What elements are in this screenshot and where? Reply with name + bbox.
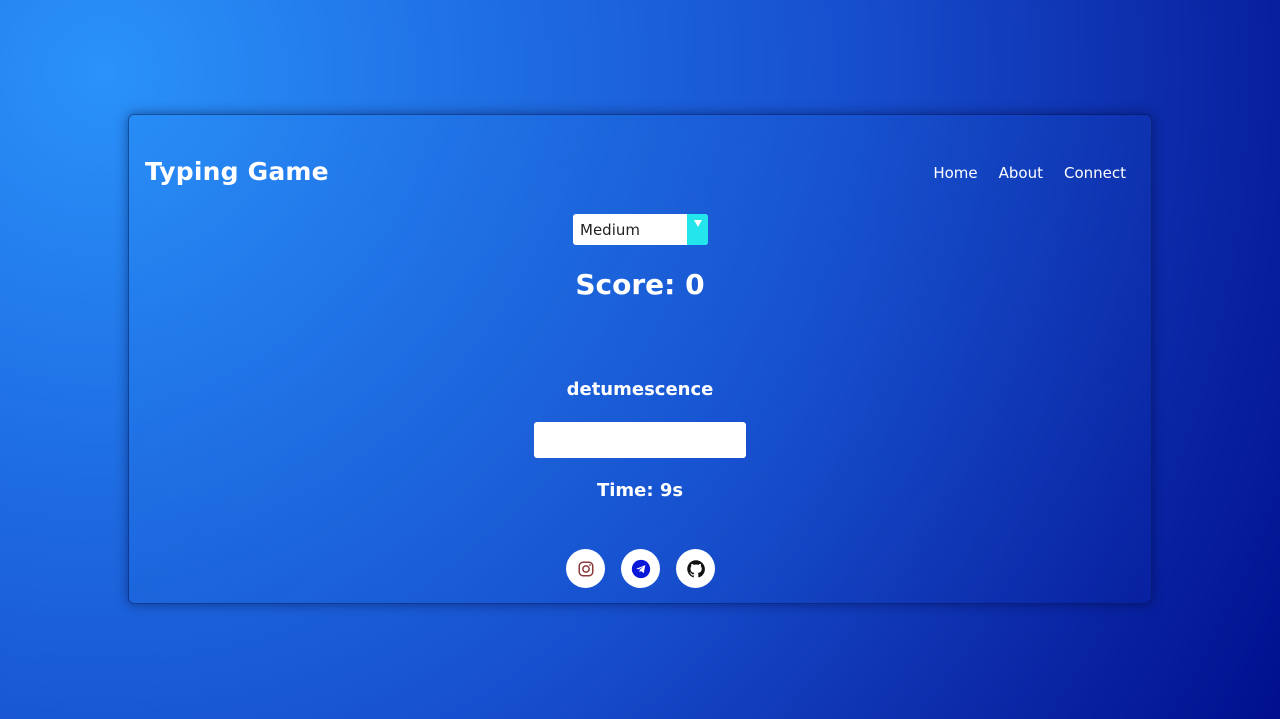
word-input[interactable] [534, 422, 746, 458]
app-title: Typing Game [145, 157, 329, 186]
github-button[interactable] [676, 549, 715, 588]
game-card: Typing Game Home About Connect Medium Sc… [128, 114, 1152, 604]
top-nav: Home About Connect [933, 164, 1126, 182]
dropdown-toggle[interactable] [687, 214, 708, 245]
nav-connect-link[interactable]: Connect [1064, 164, 1126, 182]
nav-about-link[interactable]: About [999, 164, 1043, 182]
score-display: Score: 0 [575, 268, 705, 301]
github-icon [686, 559, 705, 577]
instagram-icon [578, 561, 593, 576]
chevron-down-icon [693, 220, 702, 227]
time-display: Time: 9s [596, 480, 684, 501]
social-links [566, 549, 715, 588]
nav-home-link[interactable]: Home [933, 164, 977, 182]
instagram-button[interactable] [566, 549, 605, 588]
current-word: detumescence [566, 379, 714, 400]
telegram-button[interactable] [621, 549, 660, 588]
difficulty-selected-value: Medium [580, 220, 640, 239]
telegram-icon [631, 559, 650, 578]
difficulty-select[interactable]: Medium [573, 214, 708, 245]
